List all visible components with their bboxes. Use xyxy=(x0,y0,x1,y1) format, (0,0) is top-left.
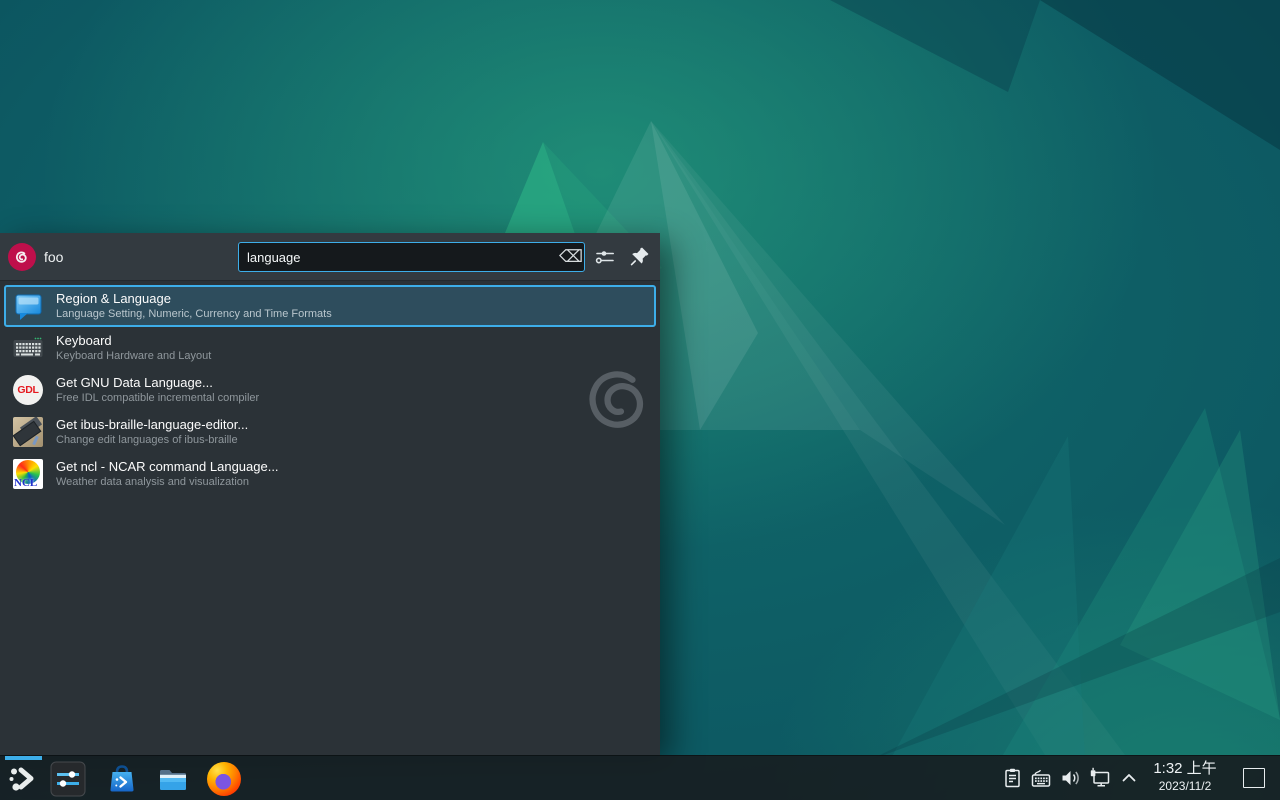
clock-time: 1:32 上午 xyxy=(1140,759,1230,779)
clipboard-icon[interactable] xyxy=(1001,766,1025,790)
configure-icon[interactable] xyxy=(592,245,618,269)
result-row-region-language[interactable]: Region & Language Language Setting, Nume… xyxy=(4,285,656,327)
application-launcher-panel: foo ⌫ xyxy=(0,233,660,755)
result-row-gdl[interactable]: GDL Get GNU Data Language... Free IDL co… xyxy=(4,369,656,411)
gdl-badge-label: GDL xyxy=(13,375,43,405)
user-name-label: foo xyxy=(44,233,63,281)
region-language-icon xyxy=(12,290,44,322)
result-subtitle: Change edit languages of ibus-braille xyxy=(56,433,248,447)
result-title: Get GNU Data Language... xyxy=(56,375,259,391)
discover-button[interactable] xyxy=(104,761,140,797)
expand-tray-chevron-icon[interactable] xyxy=(1117,766,1141,790)
display-icon[interactable] xyxy=(1088,766,1112,790)
dolphin-file-manager-button[interactable] xyxy=(155,761,191,797)
debian-logo-icon xyxy=(13,248,31,266)
firefox-button[interactable] xyxy=(206,761,242,797)
ibus-braille-icon xyxy=(12,416,44,448)
search-results-list: Region & Language Language Setting, Nume… xyxy=(4,285,656,495)
show-desktop-button[interactable] xyxy=(1243,768,1265,788)
result-subtitle: Language Setting, Numeric, Currency and … xyxy=(56,307,332,321)
result-row-ibus-braille[interactable]: Get ibus-braille-language-editor... Chan… xyxy=(4,411,656,453)
audio-volume-icon[interactable] xyxy=(1058,766,1082,790)
taskbar: 1:32 上午 2023/11/2 xyxy=(0,755,1280,800)
keyboard-icon xyxy=(12,332,44,364)
system-settings-button[interactable] xyxy=(50,761,86,797)
ncl-badge-label: NCL xyxy=(14,477,37,489)
result-title: Get ncl - NCAR command Language... xyxy=(56,459,279,475)
result-title: Get ibus-braille-language-editor... xyxy=(56,417,248,433)
result-subtitle: Free IDL compatible incremental compiler xyxy=(56,391,259,405)
clock-date: 2023/11/2 xyxy=(1140,779,1230,794)
search-input[interactable] xyxy=(238,242,585,272)
gdl-icon: GDL xyxy=(12,374,44,406)
result-title: Region & Language xyxy=(56,291,332,307)
firefox-icon xyxy=(207,762,241,796)
result-row-keyboard[interactable]: Keyboard Keyboard Hardware and Layout xyxy=(4,327,656,369)
result-title: Keyboard xyxy=(56,333,211,349)
clear-search-icon[interactable]: ⌫ xyxy=(558,242,584,272)
application-launcher-button[interactable] xyxy=(5,761,41,797)
digital-clock[interactable]: 1:32 上午 2023/11/2 xyxy=(1140,759,1230,799)
launcher-header: foo ⌫ xyxy=(0,233,660,281)
result-subtitle: Weather data analysis and visualization xyxy=(56,475,279,489)
virtual-keyboard-icon[interactable] xyxy=(1029,766,1053,790)
desktop: foo ⌫ xyxy=(0,0,1280,800)
user-avatar[interactable] xyxy=(8,243,36,271)
ncl-globe-icon: NCL xyxy=(12,458,44,490)
active-task-indicator xyxy=(5,756,42,760)
result-row-ncl[interactable]: NCL Get ncl - NCAR command Language... W… xyxy=(4,453,656,495)
result-subtitle: Keyboard Hardware and Layout xyxy=(56,349,211,363)
pin-icon[interactable] xyxy=(627,245,653,269)
